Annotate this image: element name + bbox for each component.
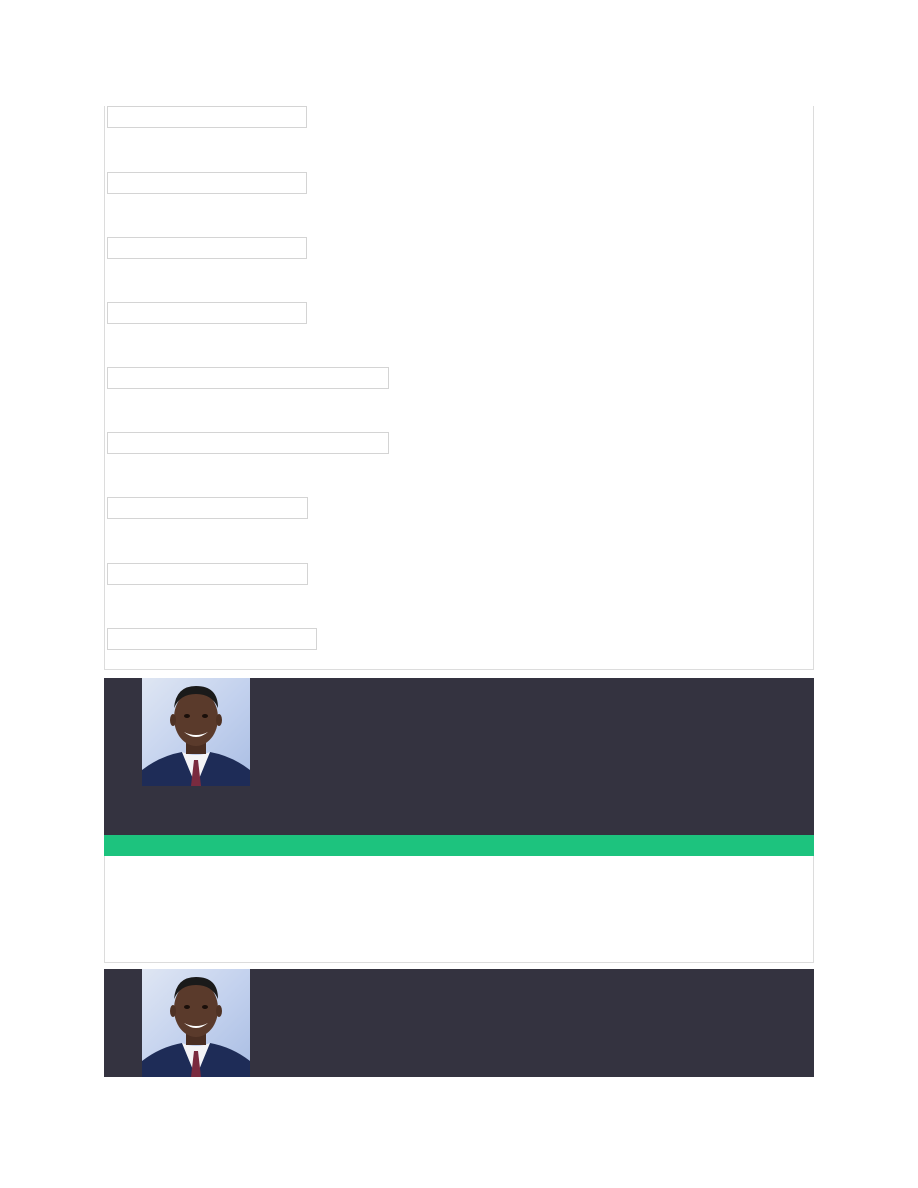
avatar — [142, 678, 250, 786]
form-field-5[interactable] — [107, 367, 389, 389]
form-field-6[interactable] — [107, 432, 389, 454]
profile-banner — [104, 969, 814, 1077]
accent-bar — [104, 835, 814, 856]
form-field-7[interactable] — [107, 497, 308, 519]
form-field-9[interactable] — [107, 628, 317, 650]
form-field-4[interactable] — [107, 302, 307, 324]
form-field-2[interactable] — [107, 172, 307, 194]
content-panel — [104, 856, 814, 963]
form-field-3[interactable] — [107, 237, 307, 259]
form-field-1[interactable] — [107, 106, 307, 128]
form-panel — [104, 106, 814, 670]
avatar — [142, 969, 250, 1077]
form-field-8[interactable] — [107, 563, 308, 585]
profile-banner — [104, 678, 814, 835]
